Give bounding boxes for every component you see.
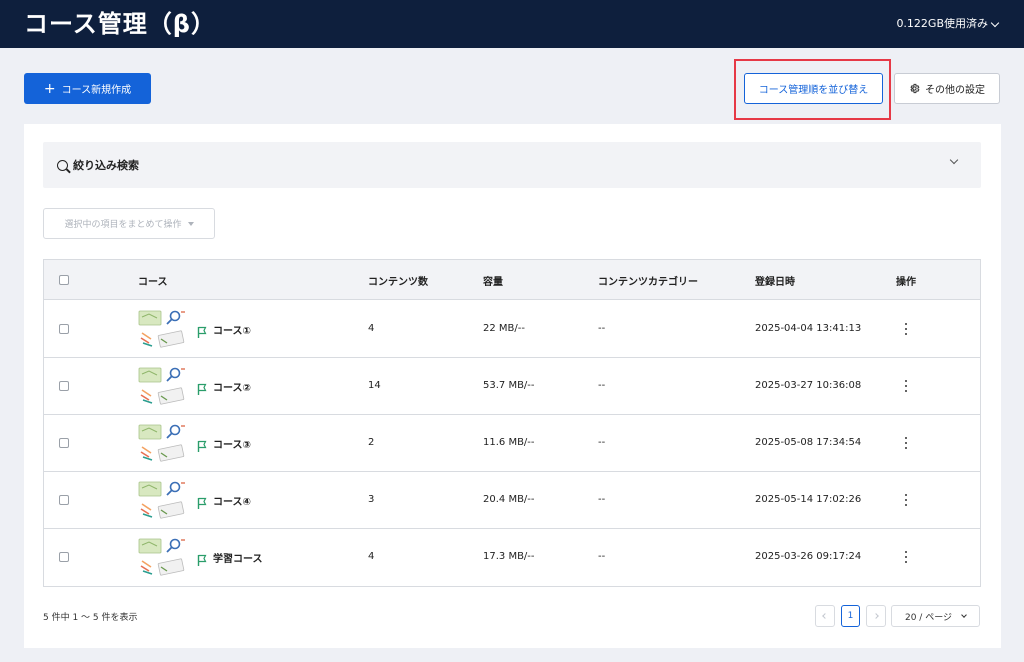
- page-number-button[interactable]: 1: [841, 605, 860, 627]
- table-row: コース① 4 22 MB/-- -- 2025-04-04 13:41:13: [44, 301, 980, 358]
- row-checkbox[interactable]: [59, 438, 69, 448]
- create-course-button[interactable]: + コース新規作成: [24, 73, 151, 104]
- more-actions-icon[interactable]: [904, 551, 908, 563]
- course-thumbnail: [137, 537, 187, 577]
- filter-search-toggle[interactable]: 絞り込み検索: [43, 142, 981, 188]
- bulk-action-select[interactable]: 選択中の項目をまとめて操作: [43, 208, 215, 239]
- flag-icon: [197, 437, 207, 452]
- flag-icon: [197, 551, 207, 566]
- course-table: コース コンテンツ数 容量 コンテンツカテゴリー 登録日時 操作 コース① 4 22…: [43, 259, 981, 587]
- more-actions-icon[interactable]: [904, 323, 908, 335]
- flag-icon: [197, 323, 207, 338]
- storage-usage-label: 0.122GB使用済み: [896, 17, 988, 30]
- course-name-link[interactable]: コース②: [213, 379, 251, 394]
- caret-down-icon: [187, 221, 194, 226]
- registered-date: 2025-04-04 13:41:13: [755, 323, 862, 334]
- bulk-action-placeholder: 選択中の項目をまとめて操作: [64, 220, 182, 230]
- row-checkbox[interactable]: [59, 381, 69, 391]
- storage-usage-dropdown[interactable]: 0.122GB使用済み: [896, 16, 1000, 32]
- chevron-right-icon: [873, 613, 879, 619]
- gear-icon: [910, 83, 920, 94]
- table-row: コース④ 3 20.4 MB/-- -- 2025-05-14 17:02:26: [44, 472, 980, 529]
- pagination-summary: 5 件中 1 ～ 5 件を表示: [43, 613, 138, 623]
- chevron-down-icon: [949, 155, 959, 165]
- course-thumbnail: [137, 366, 187, 406]
- prev-page-button[interactable]: [815, 605, 835, 627]
- table-header: コース コンテンツ数 容量 コンテンツカテゴリー 登録日時 操作: [44, 260, 980, 300]
- course-name-link[interactable]: コース③: [213, 436, 251, 451]
- page-title: コース管理（β）: [24, 10, 216, 38]
- content-category: --: [598, 323, 606, 334]
- filter-search-label: 絞り込み検索: [73, 159, 139, 172]
- app-header: コース管理（β） 0.122GB使用済み: [0, 0, 1024, 48]
- chevron-left-icon: [822, 613, 828, 619]
- more-actions-icon[interactable]: [904, 380, 908, 392]
- course-thumbnail: [137, 480, 187, 520]
- storage-size: 11.6 MB/--: [483, 437, 535, 448]
- registered-date: 2025-03-26 09:17:24: [755, 551, 862, 562]
- contents-count: 4: [368, 323, 375, 334]
- contents-count: 4: [368, 551, 375, 562]
- more-actions-icon[interactable]: [904, 437, 908, 449]
- flag-icon: [197, 380, 207, 395]
- flag-icon: [197, 494, 207, 509]
- column-header-actions: 操作: [896, 277, 916, 288]
- column-header-category: コンテンツカテゴリー: [598, 277, 698, 288]
- course-name-link[interactable]: コース④: [213, 493, 251, 508]
- row-checkbox[interactable]: [59, 495, 69, 505]
- storage-size: 20.4 MB/--: [483, 494, 535, 505]
- page-size-select[interactable]: 20 / ページ: [891, 605, 980, 627]
- course-name-link[interactable]: 学習コース: [213, 550, 263, 565]
- table-row: 学習コース 4 17.3 MB/-- -- 2025-03-26 09:17:24: [44, 529, 980, 586]
- contents-count: 3: [368, 494, 375, 505]
- row-checkbox[interactable]: [59, 552, 69, 562]
- course-name-link[interactable]: コース①: [213, 322, 251, 337]
- course-thumbnail: [137, 309, 187, 349]
- page-size-label: 20 / ページ: [904, 612, 953, 623]
- column-header-contents[interactable]: コンテンツ数: [368, 273, 428, 288]
- table-row: コース③ 2 11.6 MB/-- -- 2025-05-08 17:34:54: [44, 415, 980, 472]
- content-category: --: [598, 494, 606, 505]
- storage-size: 53.7 MB/--: [483, 380, 535, 391]
- chevron-down-icon: [961, 611, 967, 618]
- course-thumbnail: [137, 423, 187, 463]
- other-settings-button[interactable]: その他の設定: [894, 73, 1000, 104]
- next-page-button[interactable]: [866, 605, 886, 627]
- chevron-down-icon: [990, 18, 1000, 27]
- registered-date: 2025-03-27 10:36:08: [755, 380, 862, 391]
- table-row: コース② 14 53.7 MB/-- -- 2025-03-27 10:36:08: [44, 358, 980, 415]
- registered-date: 2025-05-08 17:34:54: [755, 437, 862, 448]
- storage-size: 22 MB/--: [483, 323, 525, 334]
- course-list-panel: 絞り込み検索 選択中の項目をまとめて操作 コース コンテンツ数 容量 コンテンツ…: [24, 124, 1001, 648]
- contents-count: 14: [368, 380, 381, 391]
- column-header-date[interactable]: 登録日時: [755, 273, 795, 288]
- storage-size: 17.3 MB/--: [483, 551, 535, 562]
- other-settings-label: その他の設定: [925, 85, 985, 96]
- create-course-label: コース新規作成: [61, 85, 132, 96]
- content-category: --: [598, 437, 606, 448]
- content-category: --: [598, 380, 606, 391]
- contents-count: 2: [368, 437, 375, 448]
- select-all-checkbox[interactable]: [59, 275, 69, 285]
- sort-courses-button[interactable]: コース管理順を並び替え: [744, 73, 883, 104]
- column-header-size[interactable]: 容量: [483, 273, 503, 288]
- content-category: --: [598, 551, 606, 562]
- search-icon: [57, 159, 68, 171]
- registered-date: 2025-05-14 17:02:26: [755, 494, 862, 505]
- row-checkbox[interactable]: [59, 324, 69, 334]
- more-actions-icon[interactable]: [904, 494, 908, 506]
- column-header-course: コース: [138, 277, 168, 288]
- plus-icon: +: [43, 80, 56, 97]
